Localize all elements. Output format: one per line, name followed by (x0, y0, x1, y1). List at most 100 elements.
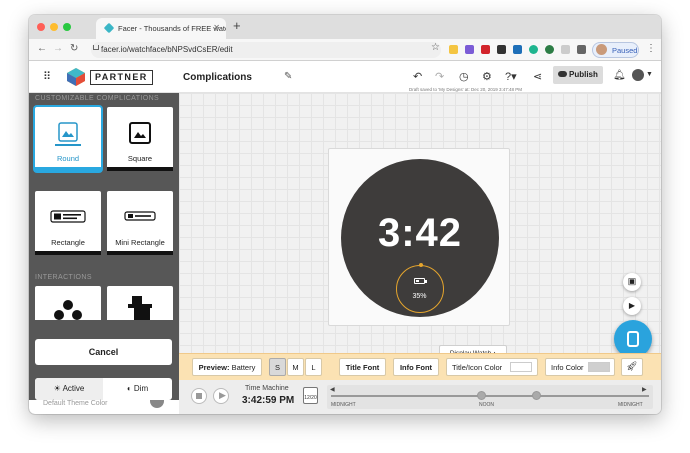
complication-label: Square (127, 154, 153, 163)
forward-icon[interactable]: → (53, 43, 63, 54)
url-text: facer.io/watchface/bNPSvdCsER/edit (101, 45, 233, 54)
sun-icon: ☀ (53, 384, 61, 393)
extension-icon[interactable] (545, 45, 554, 54)
info-color-swatch[interactable] (588, 362, 610, 372)
stop-button[interactable] (191, 388, 207, 404)
edit-title-icon[interactable]: ✎ (284, 71, 292, 82)
minimize-window-button[interactable] (50, 23, 58, 31)
play-icon: ▶ (219, 390, 226, 400)
chevron-down-icon[interactable]: ▼ (646, 71, 653, 78)
extension-icon[interactable] (465, 45, 474, 54)
calendar-date-button[interactable]: 12/20 (303, 387, 318, 404)
rocket-button[interactable]: 🚀︎ (621, 358, 643, 376)
timeline-slider[interactable]: ◀ ▶ MIDNIGHT NOON MIDNIGHT (327, 385, 653, 409)
cloud-upload-icon (558, 71, 567, 77)
extension-icon[interactable] (449, 45, 458, 54)
play-button[interactable]: ▶ (213, 388, 229, 404)
title-font-button[interactable]: Title Font (339, 358, 386, 376)
card-bar (107, 167, 173, 171)
browser-menu-icon[interactable]: ⋮ (646, 43, 656, 54)
image-placeholder-icon (58, 122, 78, 142)
complication-round-card[interactable]: Round (35, 107, 101, 171)
history-icon[interactable]: ◷ (459, 70, 469, 83)
user-avatar[interactable] (632, 69, 644, 81)
complication-handle[interactable] (419, 263, 423, 267)
size-l-button[interactable]: L (305, 358, 322, 376)
complication-label: Mini Rectangle (115, 238, 165, 247)
back-icon[interactable]: ← (37, 43, 47, 54)
complication-mini-rectangle-card[interactable]: Mini Rectangle (107, 191, 173, 255)
url-field[interactable]: facer.io/watchface/bNPSvdCsER/edit (91, 42, 441, 58)
complication-toolbar: Preview: Battery S M L Title Font Info F… (179, 353, 661, 380)
preview-play-icon: ▶ (628, 301, 636, 310)
close-tab-icon[interactable]: ✕ (213, 23, 220, 32)
title-color-swatch[interactable] (510, 362, 532, 372)
title-icon-color-button[interactable]: Title/Icon Color (446, 358, 538, 376)
theme-color-swatch[interactable] (150, 400, 164, 408)
image-placeholder-icon (129, 122, 151, 144)
publish-button[interactable]: Publish (553, 66, 603, 84)
card-bar (107, 251, 173, 255)
size-s-button[interactable]: S (269, 358, 286, 376)
cancel-button[interactable]: Cancel (35, 339, 172, 365)
complications-sidebar: CUSTOMIZABLE COMPLICATIONS Round Square (29, 93, 179, 414)
active-label: Active (62, 384, 85, 393)
lock-icon (93, 45, 99, 50)
extension-icon[interactable] (481, 45, 490, 54)
theme-color-row[interactable]: Default Theme Color (29, 400, 179, 414)
close-window-button[interactable] (37, 23, 45, 31)
active-mode-button[interactable]: ☀ Active (35, 378, 103, 400)
interaction-card[interactable] (35, 286, 101, 320)
complication-label: Rectangle (51, 238, 85, 247)
active-dim-toggle: ☀ Active ◐ Dim (35, 378, 172, 400)
half-moon-icon: ◐ (126, 384, 132, 393)
settings-gear-icon[interactable]: ⚙ (482, 70, 492, 83)
timeline-handle[interactable] (532, 391, 541, 400)
info-color-button[interactable]: Info Color (545, 358, 615, 376)
new-tab-icon[interactable]: + (233, 18, 241, 33)
extension-icon[interactable] (529, 45, 538, 54)
battery-nub (425, 280, 427, 283)
complication-rectangle-card[interactable]: Rectangle (35, 191, 101, 255)
help-icon[interactable]: ?▾ (505, 70, 517, 83)
battery-complication[interactable]: 35% (396, 263, 444, 313)
interaction-shape-icon (128, 296, 152, 320)
timeline-left-arrow-icon[interactable]: ◀ (330, 386, 335, 393)
save-icon: ▣ (627, 276, 637, 286)
redo-icon[interactable]: ↷ (435, 70, 444, 83)
display-watch-dropdown[interactable]: Display Watch ▴ (439, 345, 507, 353)
complication-square-card[interactable]: Square (107, 107, 173, 171)
interaction-card[interactable] (107, 286, 173, 320)
profile-avatar (596, 44, 607, 55)
partner-badge: PARTNER (90, 70, 153, 85)
size-m-button[interactable]: M (287, 358, 304, 376)
reload-icon[interactable]: ↻ (70, 43, 78, 54)
battery-icon (414, 278, 425, 284)
bookmark-star-icon[interactable]: ☆ (431, 42, 440, 53)
browser-tab[interactable]: Facer - Thousands of FREE watc ✕ (96, 18, 226, 39)
section-interactions-heading: INTERACTIONS (35, 274, 92, 281)
info-font-button[interactable]: Info Font (393, 358, 439, 376)
save-fab-button[interactable]: ▣ (623, 273, 641, 291)
preview-fab-button[interactable]: ▶ (623, 297, 641, 315)
timeline-right-arrow-icon[interactable]: ▶ (642, 386, 647, 393)
extension-icon[interactable] (513, 45, 522, 54)
facer-logo-icon[interactable] (66, 67, 86, 87)
share-icon[interactable]: ⋖ (533, 70, 542, 83)
timeline-track (331, 395, 649, 397)
paused-label: Paused (612, 46, 638, 55)
zoom-window-button[interactable] (63, 23, 71, 31)
timeline-handle[interactable] (477, 391, 486, 400)
underline (55, 144, 81, 146)
apps-grid-icon[interactable]: ⠿ (43, 72, 53, 83)
timeline-label: NOON (479, 402, 494, 408)
notifications-bell-icon[interactable]: 🔔︎ (613, 70, 626, 81)
extension-icon[interactable] (497, 45, 506, 54)
preview-dropdown[interactable]: Preview: Battery (192, 358, 262, 376)
complication-label: Round (56, 154, 80, 163)
extension-icon[interactable] (561, 45, 570, 54)
publish-label: Publish (569, 70, 598, 79)
dim-mode-button[interactable]: ◐ Dim (103, 378, 172, 400)
undo-icon[interactable]: ↶ (413, 70, 422, 83)
extension-icon[interactable] (577, 45, 586, 54)
